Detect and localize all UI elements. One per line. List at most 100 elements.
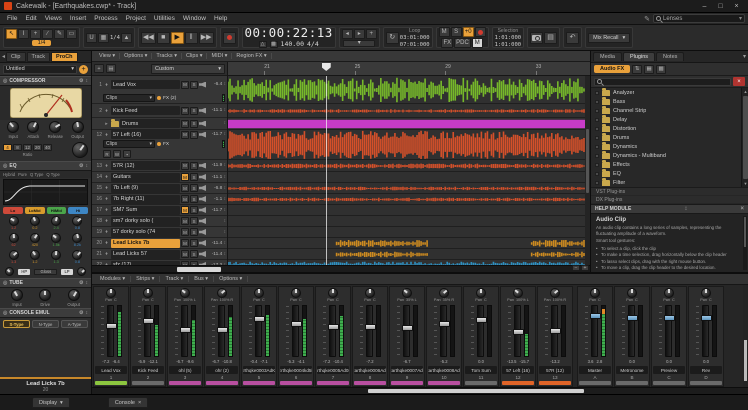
plugin-folder-analyzer[interactable]: Analyzer — [591, 88, 748, 97]
track-volume[interactable]: -11.7 — [207, 132, 226, 137]
ratio-8-button[interactable]: 8 — [13, 144, 22, 151]
loop-start-time[interactable]: 03:01:000 — [400, 35, 430, 41]
track-volume[interactable]: -11.9 — [207, 163, 226, 168]
pan-knob[interactable] — [476, 288, 486, 298]
clip-lane-12[interactable] — [228, 130, 590, 160]
browser-tab-media[interactable]: Media — [593, 52, 622, 61]
checkbox[interactable] — [595, 181, 599, 185]
volume-fader[interactable] — [440, 305, 447, 357]
strip-name[interactable]: Master — [579, 366, 611, 374]
mute-button[interactable]: M — [181, 250, 189, 258]
console-menu-track[interactable]: Track ▾ — [160, 276, 189, 282]
add-track-button[interactable]: + — [94, 64, 104, 73]
track-header[interactable]: 21♦Lead Licks 57MS-11.4 — [92, 249, 227, 259]
pan-knob[interactable] — [590, 288, 600, 298]
track-volume[interactable]: -11.7 — [207, 208, 226, 213]
strip-name[interactable]: Kick Feed — [132, 366, 164, 374]
clip-lane-14[interactable] — [228, 172, 590, 183]
track-volume[interactable] — [207, 230, 226, 235]
solo-button[interactable]: S — [190, 81, 198, 89]
track-row-17[interactable]: 17♦SM7 SumMS-11.7 — [92, 205, 227, 216]
speaker-icon[interactable] — [199, 218, 206, 224]
clips-dropdown[interactable]: Clips▾ — [103, 94, 155, 102]
console-type-s-type[interactable]: S-Type — [3, 320, 30, 328]
eq-curve-display[interactable] — [3, 179, 88, 205]
track-name[interactable]: 57R (12) — [111, 161, 180, 170]
add-marker-icon[interactable]: + — [366, 29, 377, 39]
track-header[interactable]: 2♦Kick FeedMS-11.1 — [92, 104, 227, 117]
speaker-icon[interactable] — [199, 108, 206, 114]
fader-cap[interactable] — [476, 317, 487, 323]
console-type-n-type[interactable]: N-Type — [32, 320, 59, 328]
plugin-folder-filter[interactable]: Filter — [591, 178, 748, 187]
mute-button[interactable]: M — [181, 195, 189, 203]
pan-knob[interactable] — [513, 288, 523, 298]
checkbox[interactable] — [595, 100, 599, 104]
speaker-icon[interactable] — [199, 240, 206, 246]
mixer-strip-5[interactable]: PanC-0.4-7.1Erthqke0003AdKc5 — [241, 286, 277, 387]
fader-cap[interactable] — [627, 315, 638, 321]
gear-icon[interactable]: ⚙ — [79, 78, 83, 84]
track-volume[interactable] — [207, 219, 226, 224]
pause-button[interactable]: ‖ — [185, 32, 198, 44]
pan-knob[interactable] — [328, 288, 338, 298]
plugin-folder-delay[interactable]: Delay — [591, 115, 748, 124]
snap-value[interactable]: 1/4 — [110, 35, 120, 41]
mixer-strip-11[interactable]: PanC0.0Tom Sum11 — [463, 286, 499, 387]
eq-knob-himid-1[interactable] — [51, 233, 61, 243]
track-row-18[interactable]: 18♦sm7 dorky solo (MS — [92, 216, 227, 227]
fader-cap[interactable] — [701, 315, 712, 321]
tempo-value[interactable]: 140.00 — [281, 40, 304, 48]
track-row-13[interactable]: 13♦57R (12)MS-11.9 — [92, 160, 227, 172]
meter-value[interactable]: 4/4 — [307, 40, 319, 48]
track-name[interactable]: sm7 dorky solo ( — [111, 217, 180, 226]
fader-cap[interactable] — [365, 324, 376, 330]
track-volume[interactable] — [207, 121, 226, 126]
mix-btn-+0[interactable]: +0 — [463, 27, 474, 37]
mixer-strip-4[interactable]: Pan100% R-6.7-10.8ohr (2)4 — [204, 286, 240, 387]
pan-knob[interactable] — [664, 288, 674, 298]
mixer-strip-3[interactable]: Pan100% L-6.7-9.6ohl (5)3 — [167, 286, 203, 387]
arrange-menu-region-fx[interactable]: Region FX ▾ — [232, 53, 271, 59]
plugin-folder-distortion[interactable]: Distortion — [591, 124, 748, 133]
strip-name[interactable]: Lead Vox — [95, 366, 127, 374]
checkbox[interactable] — [595, 109, 599, 113]
folder-collapse-icon[interactable]: ▸ — [103, 121, 110, 127]
zoom-out-button[interactable]: − — [572, 265, 580, 271]
tube-knob-output[interactable] — [68, 289, 80, 301]
track-row-12[interactable]: 12♦57 Left (16)MS-11.7Clips▾FXRW▪ — [92, 130, 227, 160]
comp-knob-output[interactable] — [72, 121, 84, 133]
track-volume[interactable]: -11.4 — [207, 252, 226, 257]
eq-knob-hi-0[interactable] — [72, 216, 82, 226]
mute-button[interactable]: M — [181, 107, 189, 115]
layout-icon[interactable]: ▦ — [644, 65, 654, 74]
ratio-4-button[interactable]: 4 — [3, 144, 12, 151]
add-module-button[interactable]: + — [79, 65, 88, 74]
prochannel-preset-dropdown[interactable]: Untitled ▾ — [3, 65, 77, 74]
speaker-icon[interactable] — [199, 229, 206, 235]
speaker-icon[interactable] — [199, 174, 206, 180]
clip-lane-20[interactable] — [228, 238, 590, 249]
marker-select-dropdown[interactable]: ▾ — [343, 40, 375, 47]
comp-output-knob[interactable] — [72, 142, 88, 158]
close-icon[interactable]: × — [138, 400, 141, 406]
mixer-strip-B[interactable]: PanC0.0MetronomeB — [614, 286, 650, 387]
clear-search-button[interactable]: × — [733, 77, 745, 86]
track-name[interactable]: Lead Licks 7b — [111, 239, 180, 248]
close-icon[interactable]: × — [740, 206, 744, 212]
strip-name[interactable]: Erthqke0003AdKc — [243, 366, 275, 374]
select-tool-icon[interactable]: I — [18, 29, 29, 39]
menu-project[interactable]: Project — [122, 15, 150, 22]
rack-icon[interactable]: ▩ — [656, 65, 666, 74]
eq-band-lomid[interactable]: LoMid — [25, 207, 45, 214]
menu-help[interactable]: Help — [210, 15, 231, 22]
power-icon[interactable]: ◎ — [3, 310, 7, 316]
volume-fader[interactable] — [665, 305, 672, 357]
solo-button[interactable]: S — [190, 206, 198, 214]
arrange-menu-clips[interactable]: Clips ▾ — [182, 53, 208, 59]
help-module-header[interactable]: HELP MODULE ↕ × — [591, 204, 748, 214]
volume-fader[interactable] — [107, 305, 114, 357]
eq-knob-lomid-2[interactable] — [30, 250, 40, 260]
eq-mode-q-type[interactable]: Q Type — [46, 172, 59, 177]
fader-cap[interactable] — [664, 315, 675, 321]
